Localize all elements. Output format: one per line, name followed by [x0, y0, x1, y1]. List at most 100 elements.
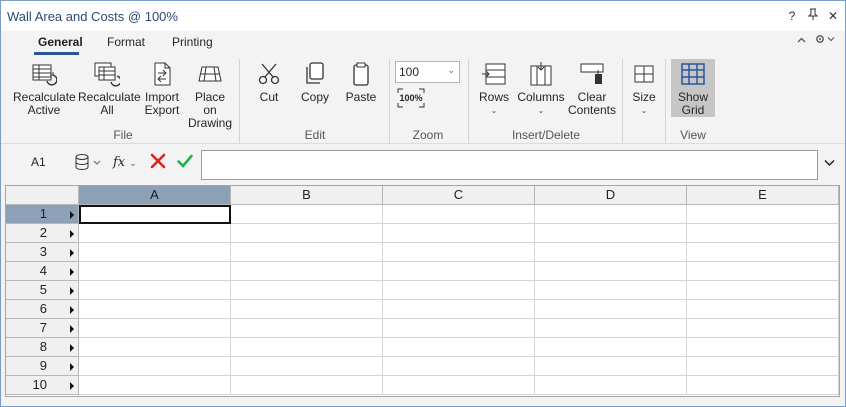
column-header[interactable]: D [535, 186, 687, 205]
row-expand-arrow-icon[interactable] [70, 287, 74, 295]
size-button[interactable]: Size ⌄ [627, 61, 661, 117]
row-expand-arrow-icon[interactable] [70, 325, 74, 333]
grid-cell[interactable] [383, 338, 535, 357]
grid-cell[interactable] [535, 319, 687, 338]
expand-formula-button[interactable] [824, 156, 835, 170]
grid-cell[interactable] [687, 357, 839, 376]
grid-cell[interactable] [535, 205, 687, 224]
grid-cell[interactable] [687, 262, 839, 281]
grid-cell[interactable] [79, 376, 231, 395]
grid-cell[interactable] [231, 224, 383, 243]
grid-cell[interactable] [383, 224, 535, 243]
copy-button[interactable]: Copy [297, 61, 333, 104]
grid-cell[interactable] [231, 300, 383, 319]
function-button[interactable]: fx ⌄ [113, 155, 137, 170]
grid-cell[interactable] [231, 357, 383, 376]
row-expand-arrow-icon[interactable] [70, 230, 74, 238]
select-all-corner[interactable] [6, 186, 79, 205]
grid-cell[interactable] [687, 243, 839, 262]
grid-cell[interactable] [231, 338, 383, 357]
grid-cell[interactable] [383, 300, 535, 319]
grid-cell[interactable] [79, 338, 231, 357]
zoom-100-button[interactable]: 100% [397, 88, 425, 108]
row-header[interactable]: 5 [6, 281, 79, 300]
row-header[interactable]: 9 [6, 357, 79, 376]
cut-button[interactable]: Cut [252, 61, 286, 104]
grid-cell[interactable] [535, 243, 687, 262]
row-header[interactable]: 1 [6, 205, 79, 224]
row-expand-arrow-icon[interactable] [70, 382, 74, 390]
recalculate-all-button[interactable]: Recalculate All [77, 61, 141, 117]
grid-cell[interactable] [383, 243, 535, 262]
import-export-button[interactable]: Import Export [139, 61, 185, 117]
grid-cell[interactable] [687, 224, 839, 243]
grid-cell[interactable] [231, 319, 383, 338]
tab-format[interactable]: Format [107, 35, 145, 49]
grid-cell[interactable] [79, 281, 231, 300]
paste-button[interactable]: Paste [343, 61, 379, 104]
cell-reference[interactable]: A1 [31, 155, 46, 169]
row-expand-arrow-icon[interactable] [70, 344, 74, 352]
grid-cell[interactable] [687, 300, 839, 319]
grid-cell[interactable] [231, 281, 383, 300]
show-grid-button[interactable]: Show Grid [671, 59, 715, 117]
grid-cell[interactable] [535, 224, 687, 243]
grid-cell[interactable] [687, 376, 839, 395]
row-header[interactable]: 8 [6, 338, 79, 357]
collapse-ribbon-button[interactable] [797, 34, 806, 46]
grid-cell[interactable] [535, 357, 687, 376]
columns-button[interactable]: Columns ⌄ [517, 61, 565, 117]
row-header[interactable]: 10 [6, 376, 79, 395]
column-header[interactable]: E [687, 186, 839, 205]
grid-cell[interactable] [535, 376, 687, 395]
confirm-edit-button[interactable] [177, 153, 193, 172]
row-header[interactable]: 4 [6, 262, 79, 281]
grid-cell[interactable] [79, 357, 231, 376]
grid-cell[interactable] [535, 300, 687, 319]
cancel-edit-button[interactable] [150, 153, 166, 172]
row-expand-arrow-icon[interactable] [70, 306, 74, 314]
grid-cell[interactable] [383, 262, 535, 281]
column-header[interactable]: C [383, 186, 535, 205]
grid-cell[interactable] [231, 376, 383, 395]
grid-cell[interactable] [687, 281, 839, 300]
grid-cell[interactable] [79, 224, 231, 243]
place-on-drawing-button[interactable]: Place on Drawing [187, 61, 233, 130]
column-header[interactable]: B [231, 186, 383, 205]
row-expand-arrow-icon[interactable] [70, 268, 74, 276]
clear-contents-button[interactable]: Clear Contents [567, 61, 617, 117]
grid-cell[interactable] [383, 281, 535, 300]
row-expand-arrow-icon[interactable] [70, 363, 74, 371]
grid-cell[interactable] [535, 281, 687, 300]
row-header[interactable]: 3 [6, 243, 79, 262]
grid-cell[interactable] [79, 262, 231, 281]
grid-cell[interactable] [383, 205, 535, 224]
grid-cell[interactable] [231, 243, 383, 262]
grid-cell[interactable] [79, 243, 231, 262]
grid-cell[interactable] [687, 205, 839, 224]
grid-cell[interactable] [383, 319, 535, 338]
grid-cell[interactable] [687, 319, 839, 338]
column-header[interactable]: A [79, 186, 231, 205]
formula-input[interactable] [201, 150, 818, 180]
help-button[interactable]: ? [782, 7, 802, 25]
row-expand-arrow-icon[interactable] [70, 249, 74, 257]
ribbon-settings-button[interactable] [815, 34, 837, 47]
active-cell[interactable] [79, 205, 231, 224]
grid-cell[interactable] [535, 262, 687, 281]
row-expand-arrow-icon[interactable] [70, 211, 74, 219]
row-header[interactable]: 7 [6, 319, 79, 338]
database-button[interactable] [75, 154, 105, 173]
grid-cell[interactable] [383, 376, 535, 395]
tab-printing[interactable]: Printing [172, 35, 213, 49]
row-header[interactable]: 6 [6, 300, 79, 319]
close-button[interactable]: ✕ [823, 7, 843, 25]
grid-cell[interactable] [231, 205, 383, 224]
grid-cell[interactable] [79, 300, 231, 319]
grid-cell[interactable] [687, 338, 839, 357]
recalculate-active-button[interactable]: Recalculate Active [11, 61, 77, 117]
tab-general[interactable]: General [38, 35, 83, 49]
rows-button[interactable]: Rows ⌄ [475, 61, 513, 117]
row-header[interactable]: 2 [6, 224, 79, 243]
grid-cell[interactable] [79, 319, 231, 338]
